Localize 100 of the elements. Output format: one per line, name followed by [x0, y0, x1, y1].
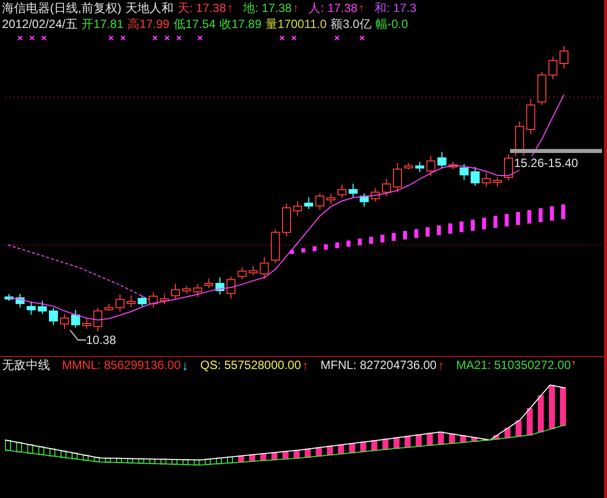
- candlestick: [104, 303, 114, 312]
- cross-mark: [279, 35, 285, 41]
- candlestick: [93, 307, 102, 332]
- candlestick: [182, 285, 192, 294]
- candlestick: [338, 184, 346, 198]
- cross-mark: [152, 35, 158, 41]
- histogram-bar: [560, 387, 566, 426]
- histogram-bar: [204, 458, 211, 465]
- candlestick: [304, 196, 314, 210]
- cross-mark: [29, 35, 35, 41]
- signal-bar: [426, 227, 430, 237]
- date-label: 2012/02/24/五: [2, 16, 78, 32]
- cross-mark: [291, 35, 297, 41]
- cross-mark: [164, 35, 170, 41]
- candlestick: [560, 46, 568, 69]
- histogram-bar: [371, 440, 378, 452]
- candlestick: [426, 155, 436, 177]
- cross-mark: [176, 35, 182, 41]
- quote-value: 幅-0.0: [375, 16, 408, 32]
- indicator-value: MMNL: 856299136.00: [62, 358, 181, 372]
- cross-mark: [17, 35, 23, 41]
- low-price-label: 10.38: [86, 333, 116, 347]
- stock-title: 海信电器(日线,前复权): [2, 0, 122, 16]
- cross-mark: [197, 35, 203, 41]
- signal-bar: [290, 250, 294, 254]
- candlestick: [404, 162, 414, 170]
- indicator-value: 和: 17.3: [374, 0, 416, 16]
- signal-bar: [482, 218, 486, 230]
- candlestick: [448, 161, 458, 170]
- histogram-bar: [227, 456, 233, 464]
- signal-bar: [335, 242, 340, 248]
- histogram-bar: [349, 442, 356, 454]
- histogram-bar: [149, 458, 156, 464]
- candlestick: [38, 300, 47, 314]
- histogram-bar: [316, 447, 322, 457]
- histogram-bar: [548, 384, 555, 430]
- candlestick: [171, 283, 180, 300]
- indicator-value: QS: 557528000.00: [200, 358, 302, 372]
- signal-bar: [346, 240, 350, 247]
- candlestick: [116, 294, 124, 312]
- histogram-bar: [104, 458, 111, 463]
- histogram-bar: [516, 420, 522, 437]
- signal-bar: [516, 212, 520, 225]
- signal-bar: [493, 216, 498, 228]
- candlestick: [326, 193, 336, 205]
- candlestick: [360, 192, 369, 208]
- trend-arrow: ↓: [182, 358, 188, 372]
- candlestick: [215, 276, 224, 296]
- signal-bar: [538, 208, 543, 222]
- trend-arrow: ↑: [227, 1, 234, 15]
- histogram-bar: [471, 436, 478, 442]
- signal-bar: [504, 214, 509, 226]
- candlestick: [437, 151, 446, 169]
- histogram-bar: [160, 458, 166, 464]
- histogram-bar: [16, 442, 22, 452]
- histogram-bar: [282, 450, 288, 460]
- histogram-bar: [72, 452, 78, 460]
- candlestick: [126, 294, 136, 308]
- signal-bar: [392, 232, 396, 241]
- cross-mark: [120, 35, 126, 41]
- quote-value: 收17.89: [220, 16, 262, 32]
- indicator-value: MFNL: 827204736.00: [320, 358, 437, 372]
- indicator-value: 地: 17.38: [243, 0, 292, 16]
- candlestick: [193, 284, 202, 298]
- histogram-bar: [449, 433, 455, 444]
- histogram-bar: [360, 442, 366, 452]
- candlestick: [82, 317, 92, 330]
- histogram-bar: [27, 444, 34, 454]
- candlestick: [148, 292, 158, 308]
- candlestick: [16, 293, 25, 308]
- candlestick: [537, 72, 546, 106]
- histogram-bar: [182, 459, 189, 466]
- histogram-bar: [382, 438, 388, 450]
- histogram-bar: [216, 458, 222, 464]
- candlestick: [138, 294, 147, 308]
- histogram-bar: [271, 452, 278, 460]
- signal-bar: [301, 248, 306, 253]
- indicator-name: 天地人和: [125, 0, 174, 16]
- histogram-bar: [260, 453, 266, 462]
- trend-arrow: ↑: [438, 358, 444, 372]
- cross-mark: [359, 35, 365, 41]
- candlestick: [370, 188, 380, 202]
- histogram-bar: [127, 458, 134, 464]
- candlestick: [548, 56, 558, 80]
- candlestick: [470, 166, 480, 186]
- signal-bar: [403, 231, 407, 240]
- trend-arrow: ↑: [292, 1, 299, 15]
- histogram-bar: [438, 432, 444, 445]
- signal-bar: [436, 225, 441, 236]
- signal-bar: [470, 220, 475, 231]
- histogram-bar: [426, 432, 433, 446]
- candlestick: [270, 228, 280, 264]
- histogram-bar: [538, 395, 544, 432]
- trend-arrow: ↑: [358, 1, 364, 15]
- signal-bar: [448, 223, 452, 234]
- candlestick: [48, 308, 58, 326]
- candlestick: [71, 310, 80, 328]
- quote-value: 量170011.0: [266, 16, 327, 32]
- cross-mark: [108, 35, 114, 41]
- histogram-bar: [504, 428, 510, 438]
